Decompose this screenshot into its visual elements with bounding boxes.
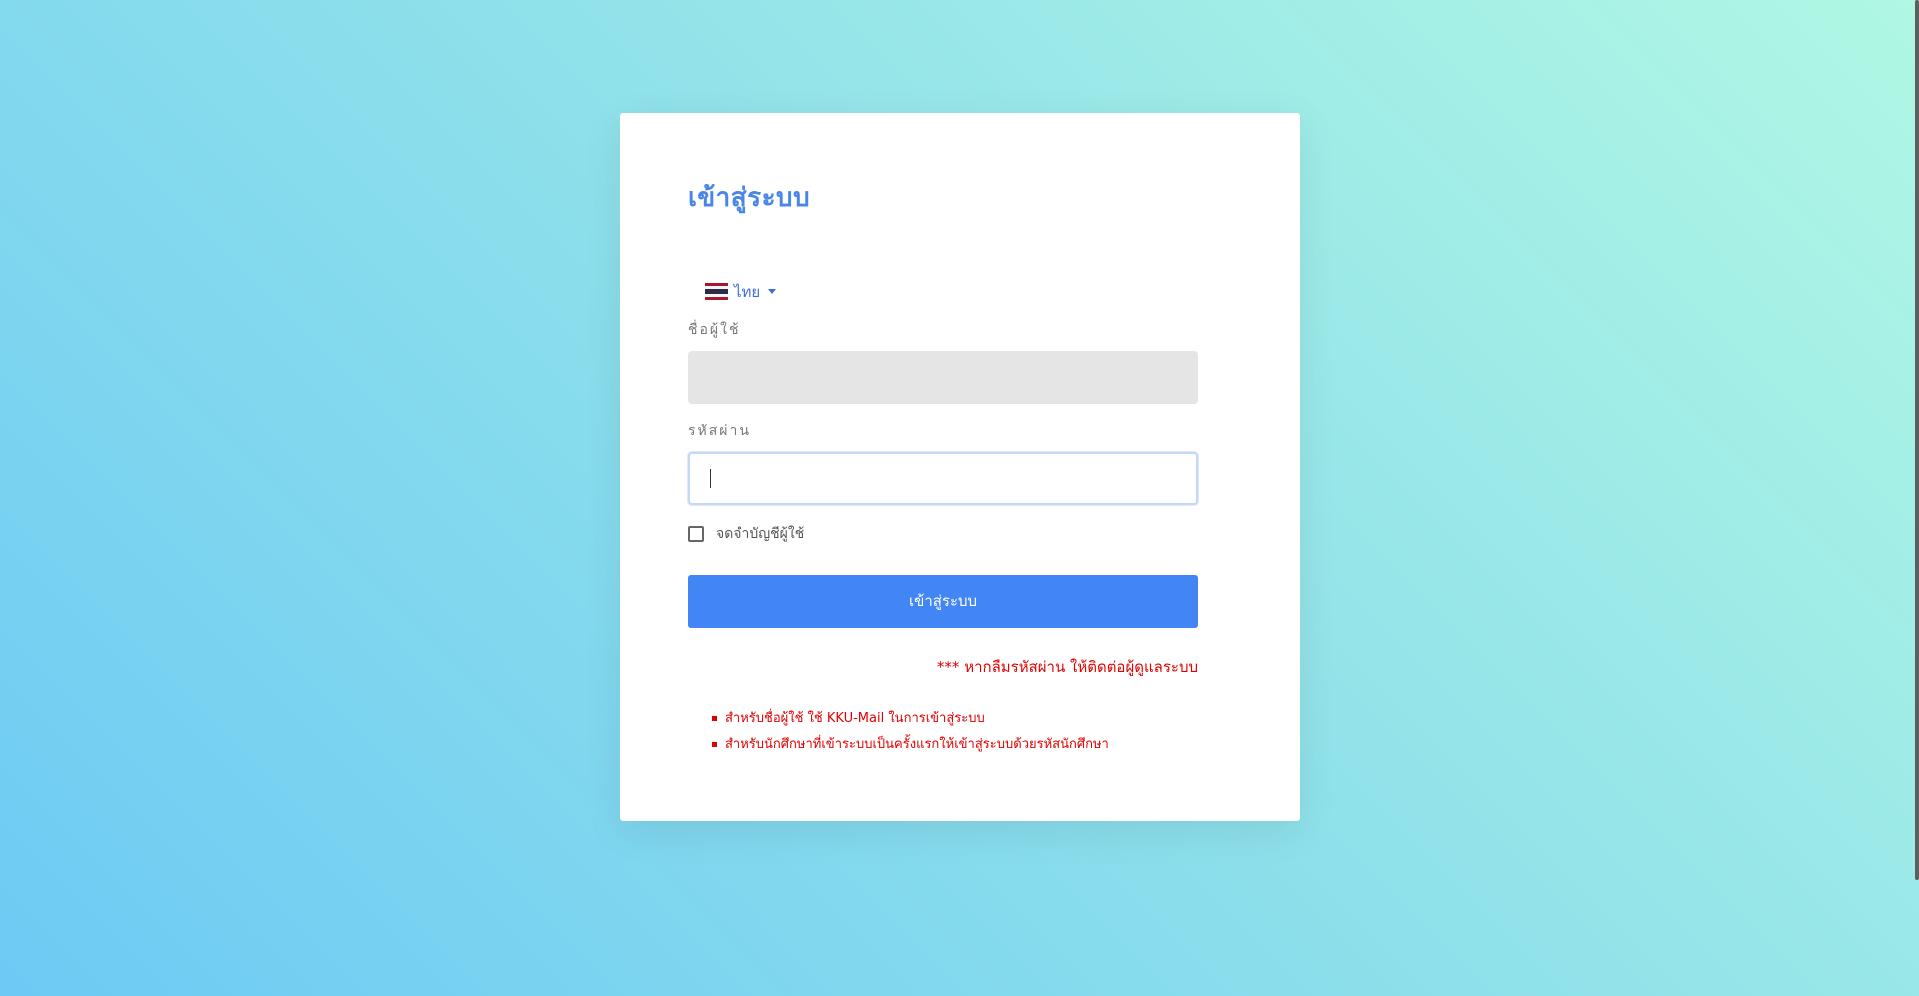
forgot-password-text: *** หากลืมรหัสผ่าน ให้ติดต่อผู้ดูแลระบบ: [936, 657, 1198, 676]
page-title: เข้าสู่ระบบ: [688, 183, 811, 213]
bullet-icon: [712, 742, 717, 747]
password-label: รหัสผ่าน: [688, 422, 751, 439]
password-input[interactable]: [688, 451, 1198, 505]
notes-list: สำหรับชื่อผู้ใช้ ใช้ KKU-Mail ในการเข้าส…: [688, 706, 1198, 758]
password-field-wrapper: [688, 451, 1198, 505]
page-scrollbar[interactable]: [1915, 0, 1919, 880]
list-item: สำหรับชื่อผู้ใช้ ใช้ KKU-Mail ในการเข้าส…: [712, 706, 1198, 732]
remember-label[interactable]: จดจำบัญชีผู้ใช้: [716, 523, 804, 545]
username-input[interactable]: [688, 350, 1198, 404]
list-item: สำหรับนักศึกษาที่เข้าระบบเป็นครั้งแรกให้…: [712, 732, 1198, 758]
login-button[interactable]: เข้าสู่ระบบ: [688, 574, 1198, 628]
remember-row: จดจำบัญชีผู้ใช้: [688, 523, 1198, 545]
login-card: เข้าสู่ระบบ ไทย ชื่อผู้ใช้ รหัสผ่าน จดจำ…: [620, 113, 1300, 821]
note-text: สำหรับนักศึกษาที่เข้าระบบเป็นครั้งแรกให้…: [725, 736, 1109, 752]
bullet-icon: [712, 716, 717, 721]
language-label: ไทย: [734, 282, 761, 301]
language-dropdown[interactable]: ไทย: [705, 281, 777, 303]
caret-down-icon: [768, 289, 777, 294]
remember-checkbox[interactable]: [688, 525, 704, 542]
note-text: สำหรับชื่อผู้ใช้ ใช้ KKU-Mail ในการเข้าส…: [725, 710, 985, 726]
text-cursor: [710, 468, 711, 488]
thai-flag-icon: [705, 283, 728, 300]
username-label: ชื่อผู้ใช้: [688, 321, 741, 338]
